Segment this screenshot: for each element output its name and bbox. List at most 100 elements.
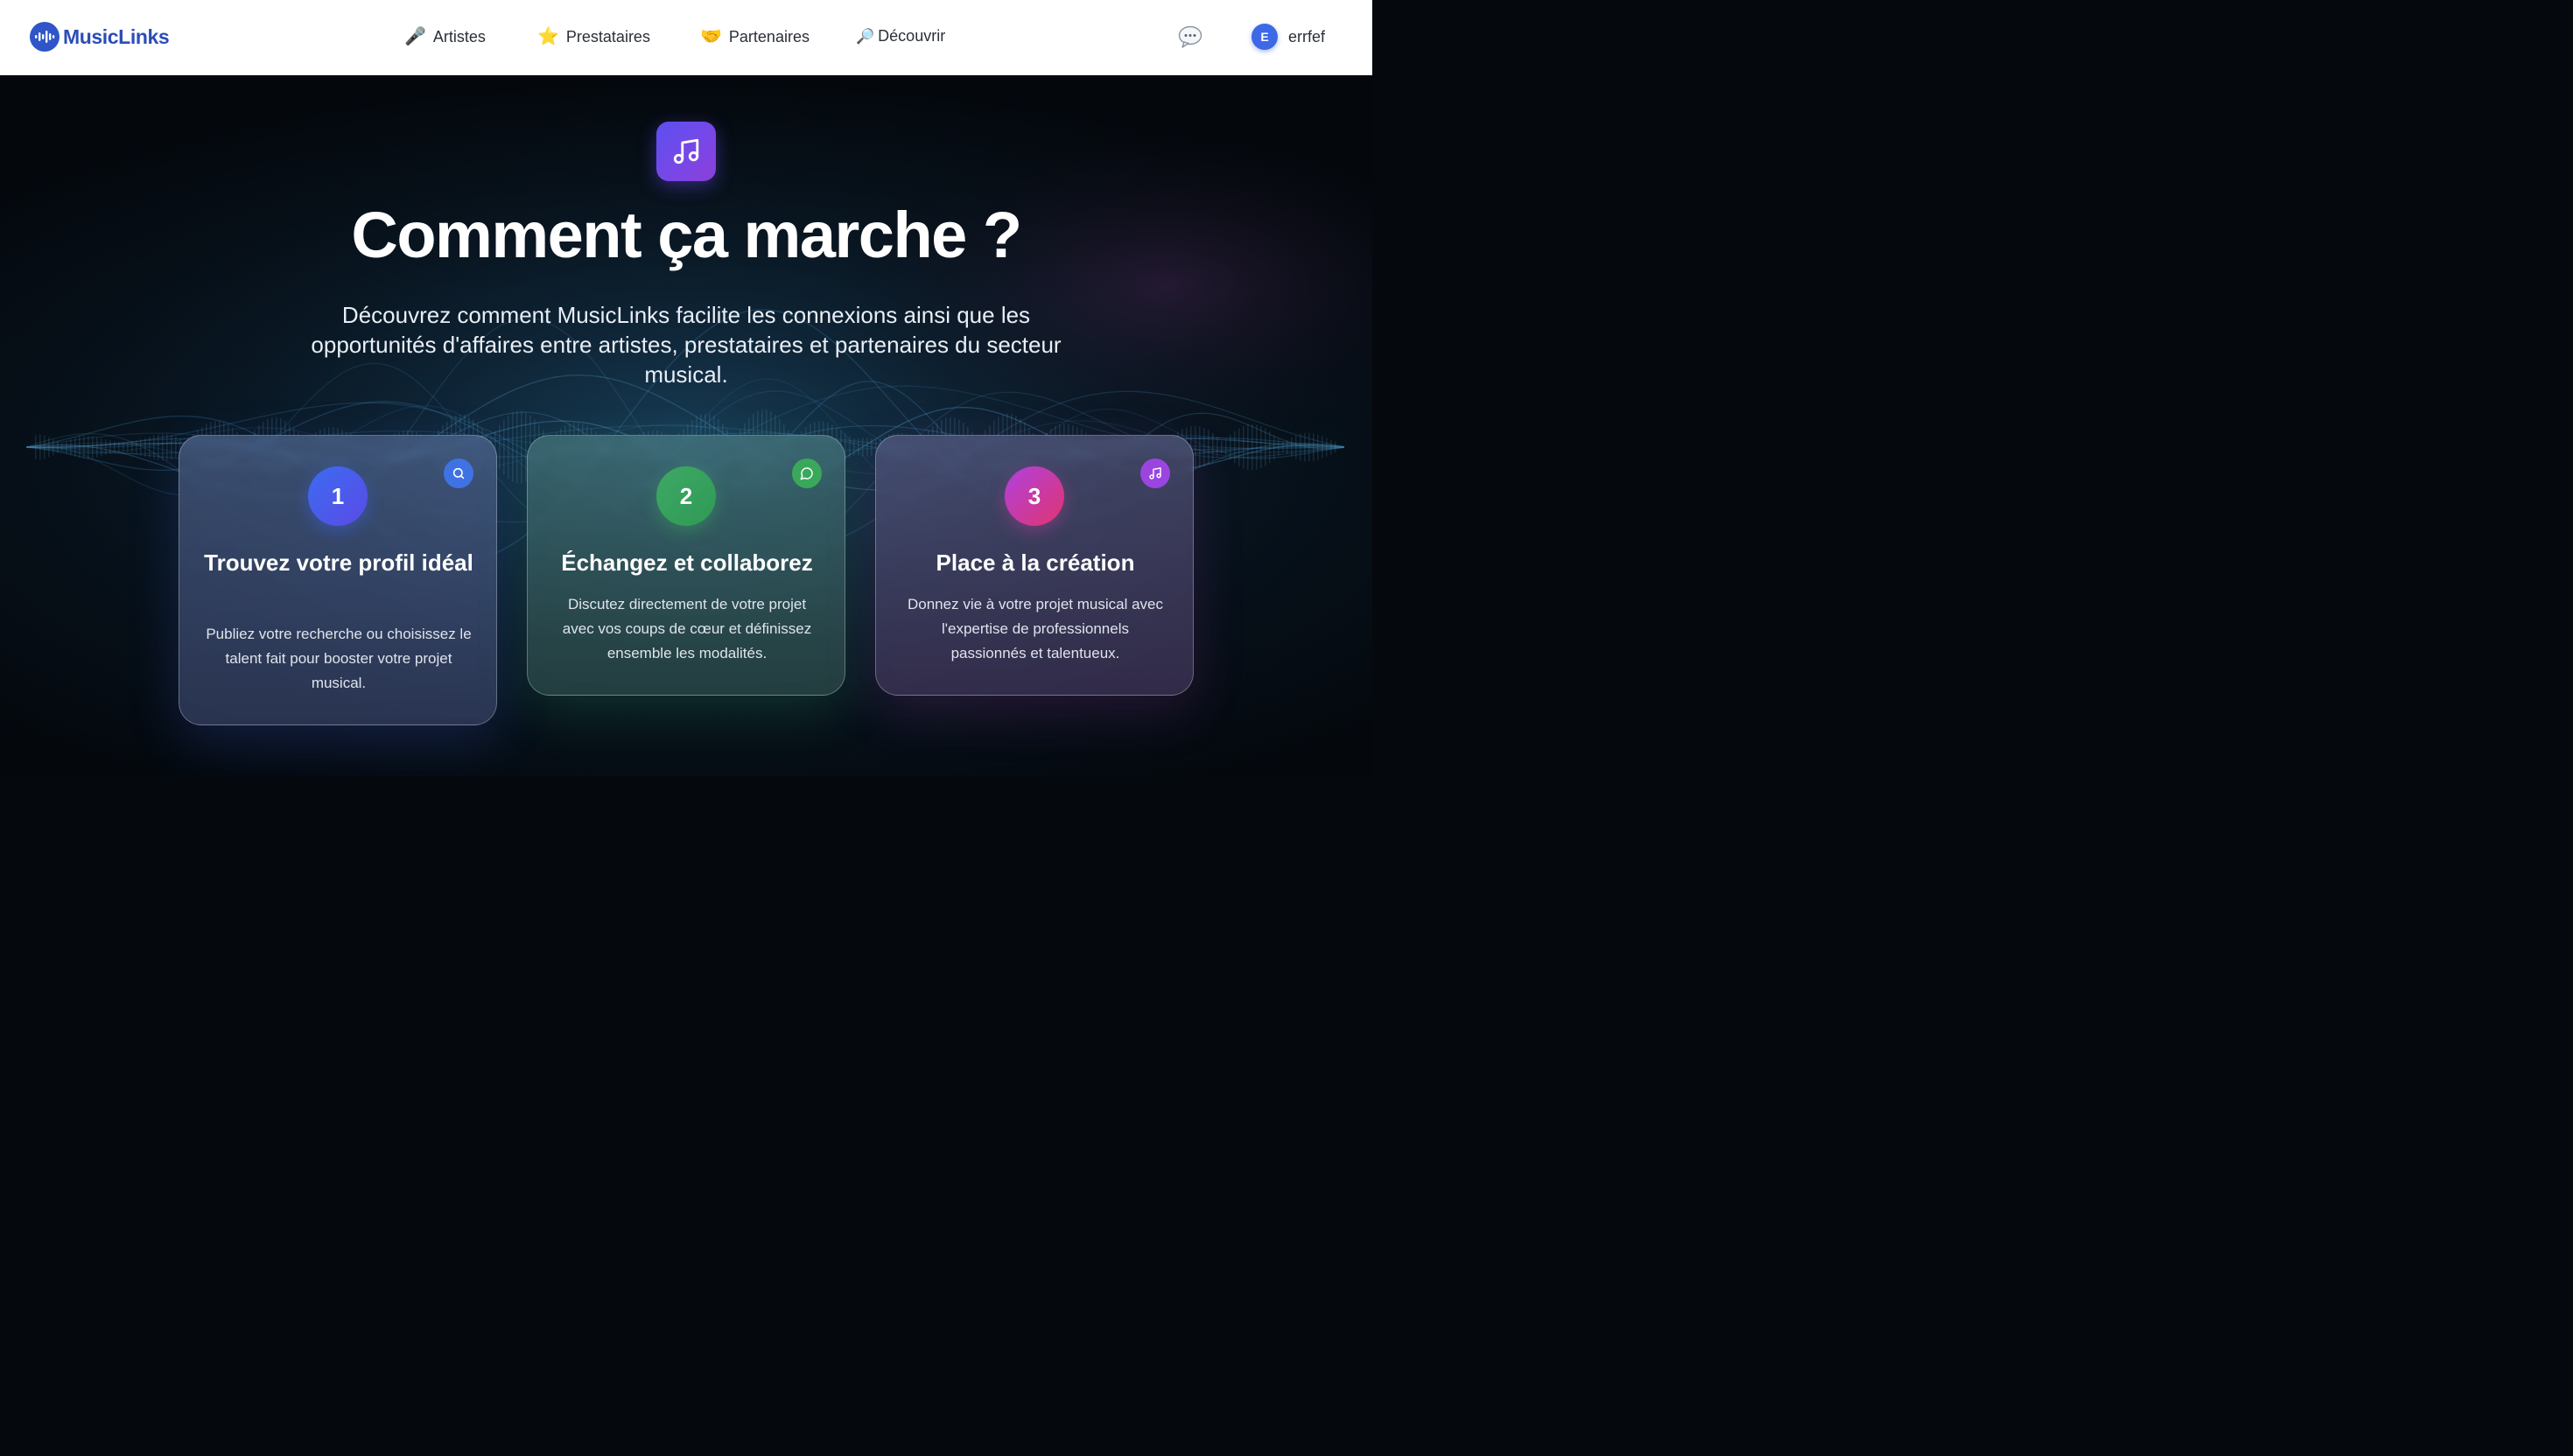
wave-bar <box>1308 432 1310 462</box>
wave-bar <box>35 435 37 459</box>
nav-item-decouvrir[interactable]: 🔎 Découvrir <box>856 25 945 46</box>
nav-item-partenaires[interactable]: 🤝 Partenaires <box>700 26 810 47</box>
wave-bar <box>1273 435 1275 460</box>
nav-item-label: Prestataires <box>565 27 650 46</box>
wave-bar <box>508 415 509 480</box>
step-card-3: 3 Place à la création Donnez vie à votre… <box>875 435 1194 696</box>
wave-bar <box>48 437 50 458</box>
user-name: errfef <box>1288 27 1326 46</box>
handshake-icon: 🤝 <box>700 27 722 46</box>
wave-bar <box>1234 430 1236 464</box>
wave-bar <box>1322 436 1323 458</box>
wave-bar <box>96 437 98 458</box>
wave-bar <box>175 437 177 458</box>
step-description: Discutez directement de votre projet ave… <box>562 596 812 662</box>
wave-bar <box>158 434 159 460</box>
step-number-badge: 2 <box>656 466 716 526</box>
wave-bar <box>1203 427 1205 467</box>
search-icon <box>444 458 473 488</box>
step-title: Place à la création <box>936 550 1135 576</box>
wave-bar <box>74 437 76 458</box>
wave-bar <box>858 438 859 456</box>
microphone-icon: 🎤 <box>404 27 426 46</box>
wave-bar <box>140 439 142 455</box>
message-circle-icon <box>792 458 822 488</box>
wave-bar <box>1216 437 1218 458</box>
wave-bar <box>512 412 514 482</box>
wave-bar <box>109 440 111 454</box>
wave-bar <box>57 441 59 453</box>
wave-bar <box>1199 426 1201 468</box>
step-description: Publiez votre recherche ou choisissez le… <box>206 626 472 691</box>
wave-bar <box>1208 430 1209 465</box>
wave-bar <box>1265 428 1266 466</box>
wave-bar <box>1238 428 1240 466</box>
wave-bar <box>114 441 116 453</box>
step-card-1: 1 Trouvez votre profil idéal Publiez vot… <box>179 435 497 725</box>
wave-bar <box>1212 433 1214 461</box>
wave-bar <box>105 439 107 455</box>
wave-bar <box>79 436 81 458</box>
nav-item-label: Découvrir <box>878 26 946 45</box>
top-navbar: MusicLinks 🎤 Artistes ⭐ Prestataires 🤝 P… <box>0 0 1372 75</box>
nav-item-artistes[interactable]: 🎤 Artistes <box>404 26 486 47</box>
music-note-icon <box>1140 458 1170 488</box>
star-icon: ⭐ <box>537 27 559 46</box>
wave-bar <box>1304 432 1306 462</box>
page-title: Comment ça marche ? <box>351 199 1022 271</box>
wave-bar <box>1291 438 1293 457</box>
wave-bar <box>153 435 155 459</box>
wave-bar <box>149 436 151 458</box>
wave-bar <box>44 435 46 459</box>
wave-bar <box>862 438 864 457</box>
brand-name: MusicLinks <box>63 24 170 48</box>
wave-bar <box>1251 424 1253 471</box>
wave-bar <box>1221 440 1223 453</box>
wave-bar <box>162 433 164 461</box>
wave-bar <box>521 410 522 484</box>
brand-logo[interactable]: MusicLinks <box>30 22 170 52</box>
messages-button[interactable] <box>1177 24 1203 49</box>
wave-bar <box>849 436 851 458</box>
nav-item-label: Artistes <box>432 27 486 46</box>
wave-bar <box>1295 435 1297 459</box>
wave-bar <box>1282 442 1284 452</box>
wave-bar <box>871 438 873 456</box>
wave-bar <box>131 441 133 453</box>
wave-bar <box>1260 426 1262 468</box>
wave-bar <box>118 442 120 452</box>
wave-bar <box>144 438 146 457</box>
wave-bar <box>1278 438 1279 456</box>
user-menu[interactable]: E errfef <box>1251 24 1325 50</box>
step-card-2: 2 Échangez et collaborez Discutez direct… <box>527 435 845 696</box>
wave-bar <box>1256 424 1258 470</box>
wave-bar <box>1269 431 1271 463</box>
wave-bar <box>53 438 54 456</box>
wave-bar <box>127 442 129 452</box>
wave-bar <box>136 440 137 454</box>
nav-item-prestataires[interactable]: ⭐ Prestataires <box>537 26 650 47</box>
wave-bar <box>39 434 41 460</box>
wave-bar <box>1286 440 1288 454</box>
wave-bar <box>1335 441 1336 453</box>
wave-bar <box>171 435 172 459</box>
wave-bar <box>61 443 63 452</box>
wave-bar <box>1326 438 1328 457</box>
music-note-icon <box>656 122 716 181</box>
sound-wave-icon <box>30 22 60 52</box>
wave-bar <box>1247 424 1249 470</box>
nav-item-label: Partenaires <box>728 27 810 46</box>
step-title: Échangez et collaborez <box>561 550 813 576</box>
chat-bubble-icon <box>1178 25 1202 48</box>
wave-bar <box>166 434 168 460</box>
wave-bar <box>1243 425 1244 469</box>
wave-bar <box>101 438 102 457</box>
wave-bar <box>1300 433 1301 461</box>
wave-bar <box>499 424 501 470</box>
step-number-badge: 1 <box>308 466 368 526</box>
wave-bar <box>866 438 868 457</box>
wave-bar <box>503 419 505 475</box>
wave-bar <box>1313 433 1315 461</box>
step-title: Trouvez votre profil idéal <box>204 550 473 576</box>
wave-bar <box>70 438 72 456</box>
